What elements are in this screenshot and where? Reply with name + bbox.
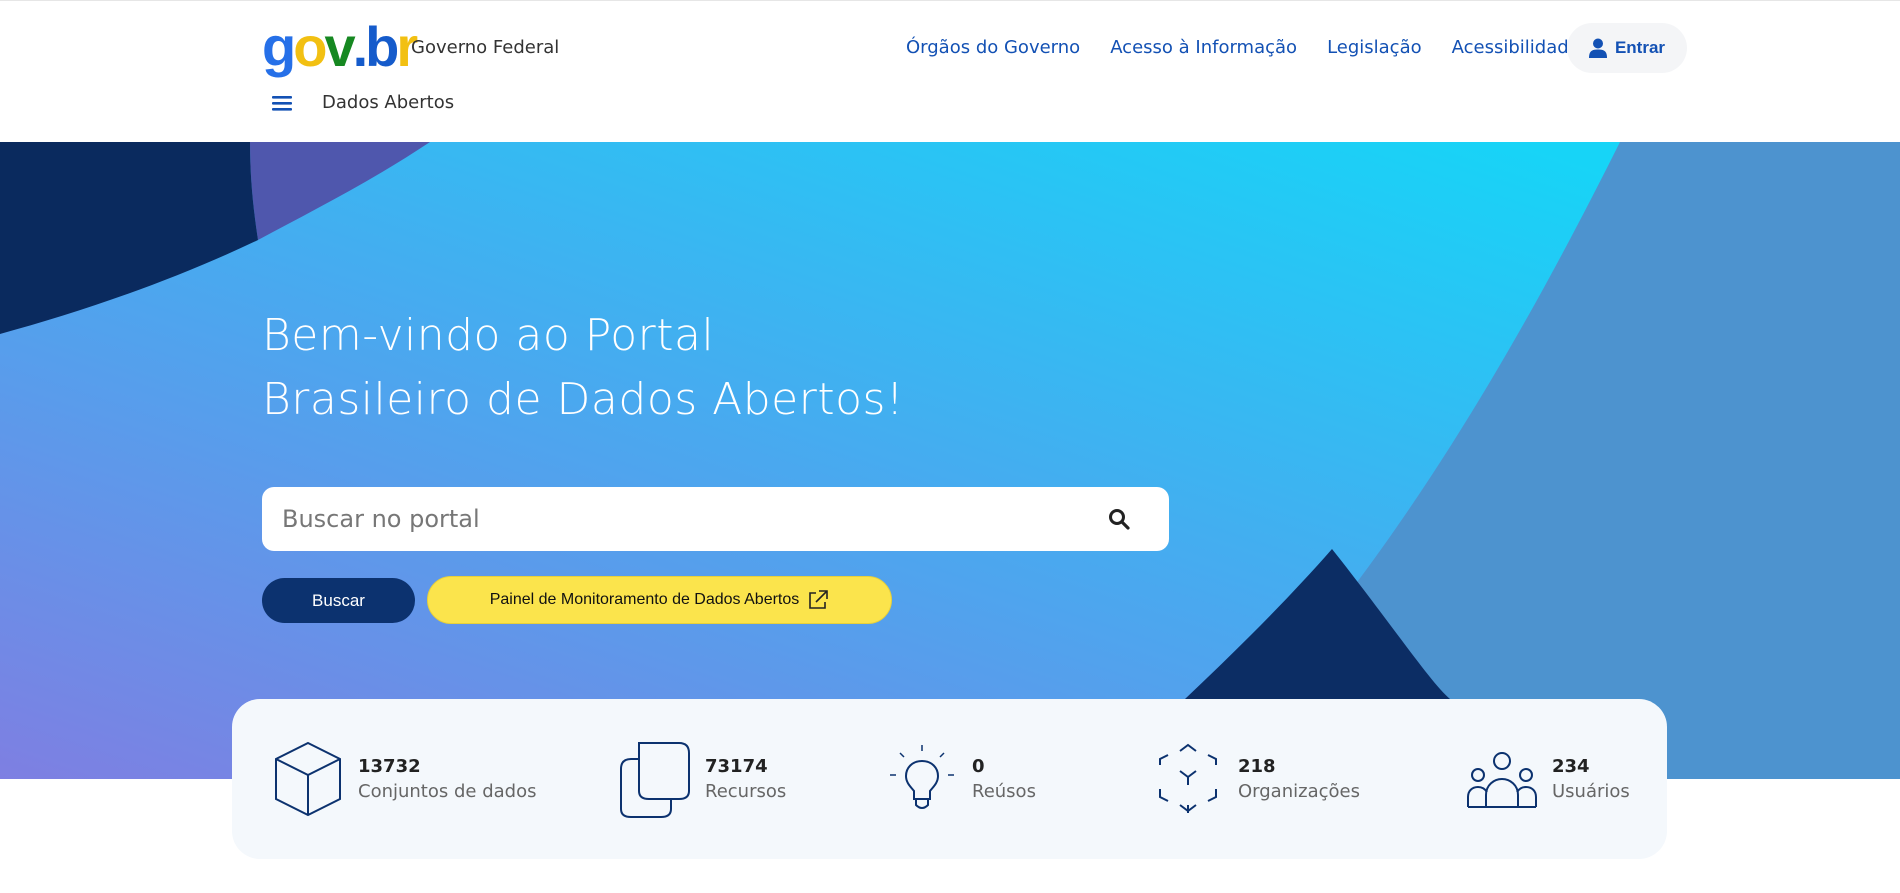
cube-icon	[275, 741, 341, 817]
site-name: Dados Abertos	[322, 92, 455, 113]
logo-letter: .	[352, 15, 368, 78]
lightbulb-icon	[890, 745, 954, 809]
nav-acessibilidade[interactable]: Acessibilidade	[1452, 37, 1580, 58]
user-icon	[1588, 38, 1607, 58]
search-icon	[1109, 509, 1130, 530]
hero-title-line: Bem-vindo ao Portal	[262, 310, 715, 361]
documents-icon	[620, 742, 690, 818]
stat-value: 218	[1238, 756, 1276, 777]
search-bar	[262, 487, 1169, 551]
hero-title: Bem-vindo ao Portal Brasileiro de Dados …	[262, 304, 904, 432]
hero-background	[0, 142, 1900, 779]
menu-button[interactable]	[268, 89, 296, 117]
stat-value: 234	[1552, 756, 1590, 777]
stat-value: 73174	[705, 756, 768, 777]
search-input[interactable]	[262, 487, 1089, 551]
logo-letter: b	[365, 15, 399, 78]
stat-resources[interactable]: 73174 Recursos	[619, 699, 786, 859]
hamburger-icon	[272, 96, 292, 111]
buscar-button[interactable]: Buscar	[262, 578, 415, 623]
stats-panel: 13732 Conjuntos de dados 73174 Recursos …	[232, 699, 1667, 859]
stat-value: 0	[972, 756, 985, 777]
stat-label: Recursos	[705, 781, 787, 802]
users-icon	[1467, 752, 1537, 808]
site-header: g o v . b r Governo Federal Órgãos do Go…	[0, 0, 1900, 142]
top-nav: Órgãos do Governo Acesso à Informação Le…	[906, 37, 1610, 58]
stat-organizations[interactable]: 218 Organizações	[1152, 699, 1360, 859]
painel-label: Painel de Monitoramento de Dados Abertos	[489, 591, 800, 608]
organization-cube-icon	[1159, 743, 1217, 813]
nav-acesso-informacao[interactable]: Acesso à Informação	[1110, 37, 1297, 58]
external-link-icon	[809, 590, 829, 609]
login-button[interactable]: Entrar	[1567, 23, 1687, 73]
stat-value: 13732	[358, 756, 421, 777]
login-label: Entrar	[1614, 38, 1666, 57]
stat-label: Reúsos	[972, 781, 1036, 802]
stat-label: Usuários	[1552, 781, 1630, 802]
stat-label: Conjuntos de dados	[358, 781, 537, 802]
hero-title-line: Brasileiro de Dados Abertos!	[262, 374, 905, 425]
govbr-logo[interactable]: g o v . b r	[262, 15, 418, 78]
stat-users[interactable]: 234 Usuários	[1466, 699, 1630, 859]
hero-banner: Bem-vindo ao Portal Brasileiro de Dados …	[0, 142, 1900, 779]
stat-reuses[interactable]: 0 Reúsos	[886, 699, 1036, 859]
painel-monitoramento-button[interactable]: Painel de Monitoramento de Dados Abertos	[427, 576, 892, 624]
nav-orgaos-governo[interactable]: Órgãos do Governo	[906, 37, 1080, 58]
nav-legislacao[interactable]: Legislação	[1327, 37, 1422, 58]
stat-datasets[interactable]: 13732 Conjuntos de dados	[272, 699, 536, 859]
logo-letter: g	[262, 15, 296, 78]
stat-label: Organizações	[1238, 781, 1360, 802]
search-submit-button[interactable]	[1089, 489, 1149, 549]
logo-letter: o	[293, 15, 327, 78]
logo-letter: v	[324, 15, 355, 78]
gov-federal-label: Governo Federal	[411, 37, 560, 58]
